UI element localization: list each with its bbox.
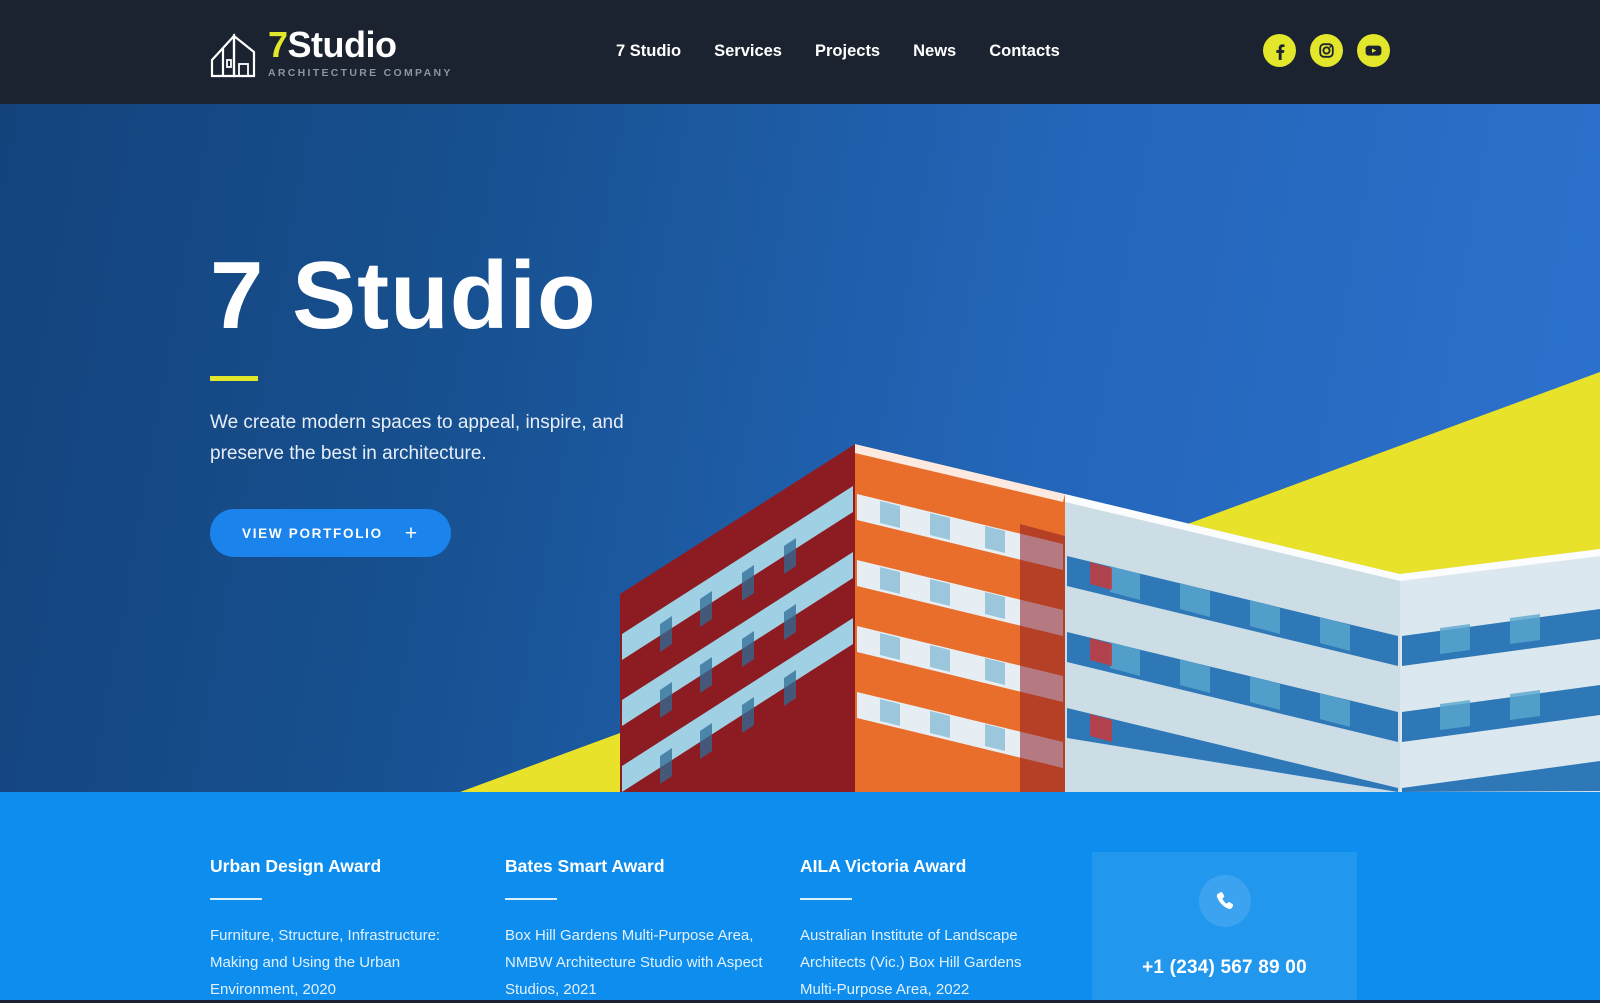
hero-subtitle: We create modern spaces to appeal, inspi… [210,412,624,464]
logo-studio: Studio [287,24,397,65]
award-card-urban-design: Urban Design Award Furniture, Structure,… [210,792,505,1003]
social-links [1263,34,1390,67]
logo-tagline: ARCHITECTURE COMPANY [268,67,453,79]
awards-section: Urban Design Award Furniture, Structure,… [0,792,1600,1000]
award-description: Furniture, Structure, Infrastructure: Ma… [210,927,441,998]
award-title: AILA Victoria Award [800,856,967,876]
logo-seven: 7 [268,24,288,65]
view-portfolio-label: VIEW PORTFOLIO [242,525,383,541]
award-divider [210,898,262,900]
award-description: Australian Institute of Landscape Archit… [800,927,1022,998]
nav-item-services[interactable]: Services [714,40,782,62]
plus-icon: + [404,521,419,545]
site-header: 7Studio ARCHITECTURE COMPANY 7 Studio Se… [0,0,1600,104]
nav-item-7-studio[interactable]: 7 Studio [616,40,681,62]
nav-item-contacts[interactable]: Contacts [989,40,1060,62]
facebook-icon[interactable] [1263,34,1296,67]
instagram-icon[interactable] [1310,34,1343,67]
phone-number: +1 (234) 567 89 00 [1142,957,1307,978]
house-outline-icon [210,30,256,80]
award-title: Urban Design Award [210,856,382,876]
site-logo[interactable]: 7Studio ARCHITECTURE COMPANY [210,26,453,80]
view-portfolio-button[interactable]: VIEW PORTFOLIO + [210,509,451,557]
award-divider [800,898,852,900]
award-card-aila-victoria: AILA Victoria Award Australian Institute… [800,792,1095,1003]
nav-item-projects[interactable]: Projects [815,40,880,62]
main-navigation: 7 Studio Services Projects News Contacts [616,40,1060,62]
hero-content: 7 Studio We create modern spaces to appe… [210,244,910,557]
contact-phone-card[interactable]: +1 (234) 567 89 00 [1092,852,1357,1000]
award-description: Box Hill Gardens Multi-Purpose Area, NMB… [505,927,763,998]
nav-item-news[interactable]: News [913,40,956,62]
youtube-icon[interactable] [1357,34,1390,67]
page-title: 7 Studio [210,242,597,349]
phone-icon [1198,875,1251,927]
title-accent-rule [210,376,258,381]
hero-section: 7 Studio We create modern spaces to appe… [0,104,1600,792]
award-divider [505,898,557,900]
award-title: Bates Smart Award [505,856,665,876]
award-card-bates-smart: Bates Smart Award Box Hill Gardens Multi… [505,792,800,1003]
